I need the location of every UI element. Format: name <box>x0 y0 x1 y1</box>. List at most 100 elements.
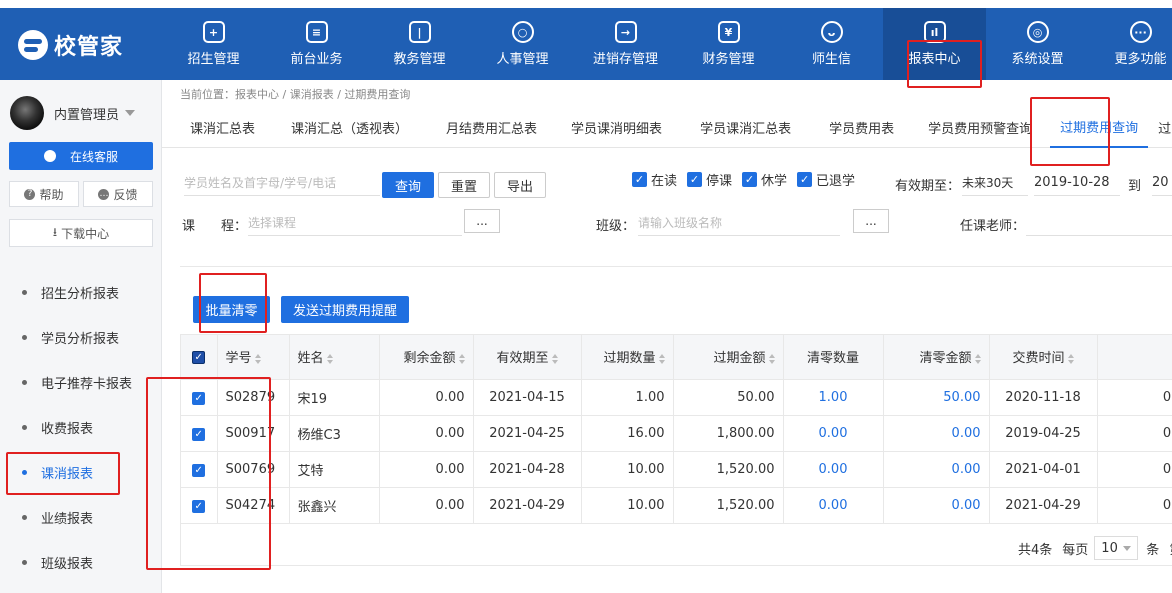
status-checkbox-4[interactable]: ✓ 已退学 <box>797 170 855 189</box>
sort-icon[interactable] <box>658 353 665 364</box>
nav-item-5[interactable]: → 进销存管理 <box>574 8 677 80</box>
cell-clear_qty[interactable]: 0.00 <box>783 451 884 488</box>
sort-icon[interactable] <box>254 353 261 364</box>
sidebar-item-7[interactable]: 班级报表 <box>0 540 161 585</box>
tab-2[interactable]: 课消汇总（透视表） <box>277 106 424 148</box>
nav-item-8[interactable]: ıl 报表中心 <box>883 8 986 80</box>
send-reminder-button[interactable]: 发送过期费用提醒 <box>281 296 409 323</box>
course-picker-button[interactable]: ... <box>464 209 500 233</box>
sidebar-item-label: 学员分析报表 <box>41 332 120 347</box>
tab-7[interactable]: 学员费用预警查询 <box>910 106 1050 148</box>
app-logo[interactable]: 校管家 <box>18 30 123 60</box>
date-to-value: 20 <box>1152 175 1169 190</box>
checkbox-checked-icon[interactable]: ✓ <box>192 499 206 513</box>
status-checkboxes: ✓ 在读 ✓ 停课 ✓ 休学 ✓ 已退学 <box>632 170 865 189</box>
checkbox-checked-icon[interactable]: ✓ <box>192 391 206 405</box>
checkbox-checked-icon[interactable]: ✓ <box>192 351 206 365</box>
export-button[interactable]: 导出 <box>494 172 546 198</box>
tab-5[interactable]: 学员课消汇总表 <box>680 106 809 148</box>
download-center-button[interactable]: ⭳ 下载中心 <box>9 219 153 247</box>
cell-clear_qty[interactable]: 0.00 <box>783 415 884 452</box>
date-to-input[interactable]: 20 <box>1152 170 1172 196</box>
row-select-cell[interactable]: ✓ <box>181 415 218 452</box>
sort-icon[interactable] <box>458 353 465 364</box>
cell-remain: 0.00 <box>379 379 474 416</box>
row-select-cell[interactable]: ✓ <box>181 451 218 488</box>
column-header[interactable]: 收据号 <box>1097 335 1172 380</box>
row-select-cell[interactable]: ✓ <box>181 487 218 524</box>
nav-item-7[interactable]: ᴗ 师生信 <box>780 8 883 80</box>
sidebar-item-6[interactable]: 业绩报表 <box>0 495 161 540</box>
column-header[interactable]: 清零数量 <box>783 335 884 380</box>
column-header[interactable]: 交费时间 <box>989 335 1098 380</box>
cell-id: S00917 <box>217 415 290 452</box>
query-button[interactable]: 查询 <box>382 172 434 198</box>
nav-item-3[interactable]: | 教务管理 <box>368 8 471 80</box>
search-input[interactable] <box>184 170 380 196</box>
column-header[interactable]: 姓名 <box>289 335 380 380</box>
tab-6[interactable]: 学员费用表 <box>809 106 910 148</box>
sort-icon[interactable] <box>326 353 333 364</box>
class-picker-button[interactable]: ... <box>853 209 889 233</box>
inventory-icon: → <box>614 21 637 43</box>
column-header[interactable]: 有效期至 <box>473 335 582 380</box>
class-input[interactable] <box>638 210 840 236</box>
table-row[interactable]: ✓ S00769 艾特 0.00 2021-04-28 10.00 1,520.00 0.00… <box>181 451 1172 488</box>
status-checkbox-1[interactable]: ✓ 在读 <box>632 170 677 189</box>
sidebar-item-3[interactable]: 电子推荐卡报表 <box>0 360 161 405</box>
cell-clear_amt[interactable]: 0.00 <box>883 415 990 452</box>
help-button[interactable]: ? 帮助 <box>9 181 79 207</box>
feedback-button[interactable]: … 反馈 <box>83 181 153 207</box>
table-row[interactable]: ✓ S04274 张鑫兴 0.00 2021-04-29 10.00 1,520.00 0.0… <box>181 487 1172 524</box>
reset-button[interactable]: 重置 <box>438 172 490 198</box>
batch-clear-button[interactable]: 批量清零 <box>193 296 270 323</box>
sidebar-item-2[interactable]: 学员分析报表 <box>0 315 161 360</box>
sort-icon[interactable] <box>551 353 558 364</box>
column-header[interactable]: 清零金额 <box>883 335 990 380</box>
question-icon: ? <box>24 188 36 200</box>
online-service-button[interactable]: 在线客服 <box>9 142 153 170</box>
nav-item-9[interactable]: ◎ 系统设置 <box>986 8 1089 80</box>
column-header[interactable]: 学号 <box>217 335 290 380</box>
nav-item-10[interactable]: ··· 更多功能 <box>1089 8 1172 80</box>
table-row[interactable]: ✓ S02879 宋19 0.00 2021-04-15 1.00 50.00 1.00 50.… <box>181 379 1172 416</box>
cell-clear_amt[interactable]: 50.00 <box>883 379 990 416</box>
date-from-input[interactable]: 2019-10-28 <box>1034 170 1120 196</box>
cell-clear_qty[interactable]: 1.00 <box>783 379 884 416</box>
tab-4[interactable]: 学员课消明细表 <box>557 106 680 148</box>
column-header[interactable]: 剩余金额 <box>379 335 474 380</box>
table-row[interactable]: ✓ S00917 杨维C3 0.00 2021-04-25 16.00 1,800.00 0.… <box>181 415 1172 452</box>
checkbox-checked-icon[interactable]: ✓ <box>192 463 206 477</box>
teacher-input[interactable] <box>1026 210 1172 236</box>
checkbox-checked-icon[interactable]: ✓ <box>192 427 206 441</box>
status-checkbox-2[interactable]: ✓ 停课 <box>687 170 732 189</box>
course-input[interactable] <box>248 210 462 236</box>
user-menu[interactable]: 内置管理员 <box>10 96 136 130</box>
select-all-cell[interactable]: ✓ <box>181 335 218 380</box>
status-checkbox-3[interactable]: ✓ 休学 <box>742 170 787 189</box>
tab-8[interactable]: 过期费用查询 <box>1050 106 1149 148</box>
column-header[interactable]: 过期数量 <box>581 335 674 380</box>
column-header[interactable]: 过期金额 <box>673 335 784 380</box>
nav-item-1[interactable]: + 招生管理 <box>162 8 265 80</box>
sidebar-item-1[interactable]: 招生分析报表 <box>0 270 161 315</box>
nav-item-2[interactable]: ≡ 前台业务 <box>265 8 368 80</box>
sidebar-item-4[interactable]: 收费报表 <box>0 405 161 450</box>
cell-clear_qty[interactable]: 0.00 <box>783 487 884 524</box>
checkbox-checked-icon: ✓ <box>797 172 813 187</box>
page-size-select[interactable]: 10 <box>1094 536 1139 560</box>
sort-icon[interactable] <box>974 353 981 364</box>
sort-icon[interactable] <box>1067 353 1074 364</box>
sidebar-item-5[interactable]: 课消报表 <box>0 450 161 495</box>
sidebar-item-label: 班级报表 <box>41 557 94 572</box>
row-select-cell[interactable]: ✓ <box>181 379 218 416</box>
expiry-range-select[interactable]: 未来30天 <box>962 170 1028 196</box>
cell-clear_amt[interactable]: 0.00 <box>883 451 990 488</box>
nav-item-4[interactable]: ○ 人事管理 <box>471 8 574 80</box>
nav-item-6[interactable]: ¥ 财务管理 <box>677 8 780 80</box>
tab-3[interactable]: 月结费用汇总表 <box>424 106 557 148</box>
tab-1[interactable]: 课消汇总表 <box>162 106 277 148</box>
sort-icon[interactable] <box>768 353 775 364</box>
cell-clear_amt[interactable]: 0.00 <box>883 487 990 524</box>
tab-9[interactable]: 过 <box>1148 106 1171 148</box>
